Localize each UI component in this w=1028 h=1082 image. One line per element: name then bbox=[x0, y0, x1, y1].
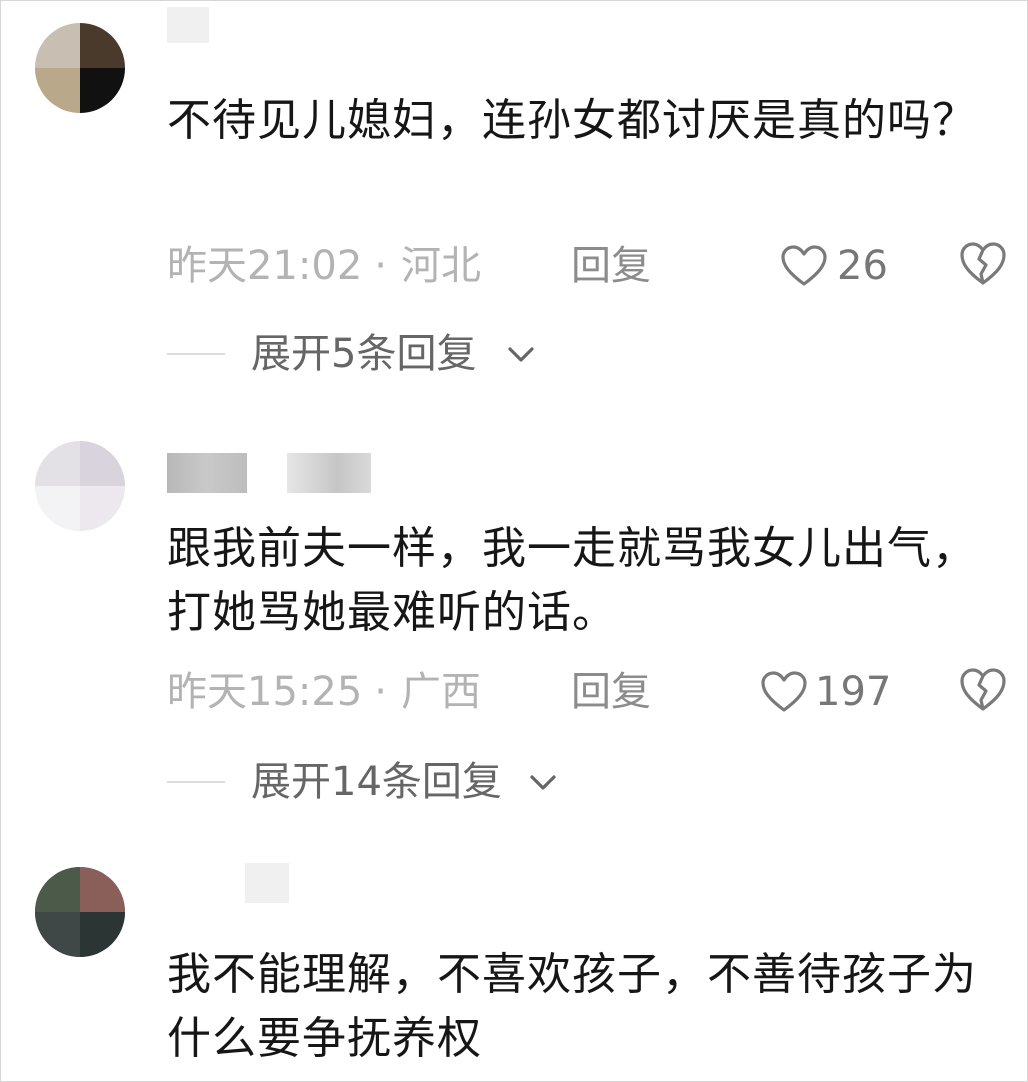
reply-button[interactable]: 回复 bbox=[571, 241, 651, 291]
chevron-down-icon[interactable] bbox=[529, 773, 557, 793]
avatar[interactable] bbox=[35, 867, 125, 957]
comment-text: 跟我前夫一样，我一走就骂我女儿出气，打她骂她最难听的话。 bbox=[167, 523, 977, 638]
chevron-down-icon[interactable] bbox=[507, 345, 535, 365]
expand-replies-button[interactable]: 展开5条回复 bbox=[251, 329, 476, 379]
broken-heart-icon[interactable] bbox=[959, 667, 1007, 713]
expand-divider bbox=[167, 781, 225, 783]
comment-list: 不待见儿媳妇，连孙女都讨厌是真的吗？ 昨天21:02 · 河北 回复 26 展开5条… bbox=[0, 0, 1028, 1082]
avatar[interactable] bbox=[35, 23, 125, 113]
like-count: 26 bbox=[837, 243, 888, 289]
heart-outline-icon[interactable] bbox=[781, 245, 827, 287]
comment-meta: 昨天15:25 · 广西 bbox=[167, 667, 481, 717]
username-blurred[interactable] bbox=[167, 7, 209, 43]
expand-replies-label: 展开14条回复 bbox=[251, 759, 502, 805]
comment-location: 河北 bbox=[401, 243, 481, 289]
comment-meta: 昨天21:02 · 河北 bbox=[167, 241, 481, 291]
comment-text: 我不能理解，不喜欢孩子，不善待孩子为什么要争抚养权 bbox=[167, 949, 977, 1064]
heart-outline-icon[interactable] bbox=[761, 671, 807, 713]
comment-text: 不待见儿媳妇，连孙女都讨厌是真的吗？ bbox=[167, 95, 977, 146]
avatar[interactable] bbox=[35, 441, 125, 531]
username-blurred-part bbox=[287, 453, 371, 493]
comment-location: 广西 bbox=[401, 669, 481, 715]
username-blurred[interactable] bbox=[167, 453, 247, 493]
expand-replies-label: 展开5条回复 bbox=[251, 331, 477, 377]
username-blurred[interactable] bbox=[245, 863, 289, 903]
comment-time: 昨天15:25 bbox=[167, 669, 363, 715]
separator-dot: · bbox=[374, 669, 387, 715]
broken-heart-icon[interactable] bbox=[959, 241, 1007, 287]
expand-divider bbox=[167, 353, 225, 355]
reply-button[interactable]: 回复 bbox=[571, 667, 651, 717]
separator-dot: · bbox=[374, 243, 387, 289]
expand-replies-button[interactable]: 展开14条回复 bbox=[251, 757, 502, 807]
like-count: 197 bbox=[815, 669, 892, 715]
comment-time: 昨天21:02 bbox=[167, 243, 363, 289]
